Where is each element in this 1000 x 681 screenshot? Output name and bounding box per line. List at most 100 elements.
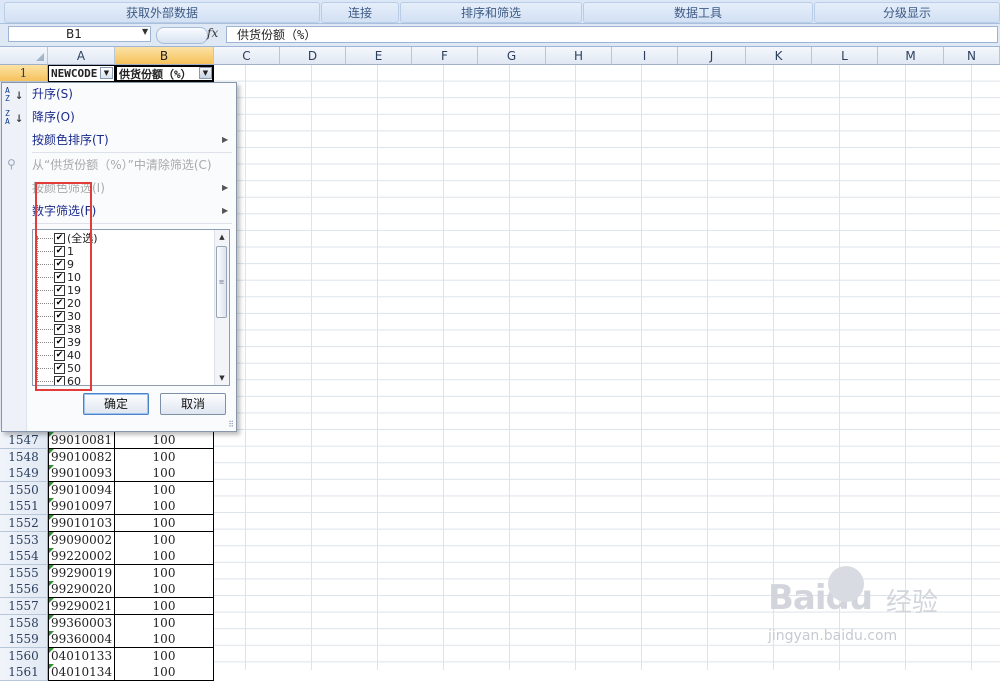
column-header-a[interactable]: A [48, 47, 115, 65]
paw-logo-icon [828, 566, 864, 602]
cell-supply-share[interactable]: 100 [115, 615, 214, 632]
menu-clear-filter[interactable]: 从“供货份额（%）”中清除筛选(C) [32, 155, 212, 175]
row-header[interactable]: 1552 [0, 515, 48, 532]
formula-bar: B1 ▼ fx 供货份额（%） [0, 24, 1000, 47]
row-header[interactable]: 1557 [0, 598, 48, 615]
cell-supply-share[interactable]: 100 [115, 432, 214, 449]
row-header[interactable]: 1548 [0, 449, 48, 466]
menu-sort-by-color-label: 按颜色排序(T) [32, 133, 109, 147]
cell-supply-share[interactable]: 100 [115, 515, 214, 532]
row-header[interactable]: 1550 [0, 482, 48, 499]
red-highlight-box [35, 182, 92, 391]
cell-newcode[interactable]: 99290019 [48, 565, 115, 582]
cell-newcode[interactable]: 04010133 [48, 648, 115, 665]
cell-newcode[interactable]: 99360004 [48, 631, 115, 648]
row-header[interactable]: 1549 [0, 465, 48, 482]
cell-newcode[interactable]: 99010103 [48, 515, 115, 532]
submenu-arrow-icon: ▶ [222, 135, 229, 144]
watermark-url: jingyan.baidu.com [768, 628, 898, 644]
formula-bar-expander[interactable] [156, 27, 208, 44]
cell-newcode[interactable]: 04010134 [48, 664, 115, 681]
menu-sort-by-color[interactable]: 按颜色排序(T) ▶ [32, 130, 228, 150]
column-header-n[interactable]: N [944, 47, 1000, 65]
column-header-b[interactable]: B [115, 47, 214, 65]
cell-newcode[interactable]: 99290021 [48, 598, 115, 615]
sort-descending-icon: Z A ↓ [5, 109, 24, 127]
clear-filter-icon: ⚲ [7, 157, 16, 171]
row-header[interactable]: 1551 [0, 498, 48, 515]
name-box[interactable]: B1 [8, 26, 151, 42]
cell-newcode[interactable]: 99010094 [48, 482, 115, 499]
cell-supply-share[interactable]: 100 [115, 631, 214, 648]
row-header[interactable]: 1558 [0, 615, 48, 632]
cancel-button[interactable]: 取消 [160, 393, 226, 415]
row-header[interactable]: 1559 [0, 631, 48, 648]
ok-button[interactable]: 确定 [83, 393, 149, 415]
watermark-cn: 经验 [886, 588, 939, 618]
ribbon-group-outline[interactable]: 分级显示 [814, 2, 1000, 23]
menu-sort-ascending[interactable]: 升序(S) [32, 84, 73, 104]
cell-supply-share[interactable]: 100 [115, 581, 214, 598]
cell-newcode[interactable]: 99010081 [48, 432, 115, 449]
cell-supply-share[interactable]: 100 [115, 498, 214, 515]
filter-dropdown-b[interactable]: ▼ [199, 67, 212, 79]
cell-newcode[interactable]: 99290020 [48, 581, 115, 598]
column-header-h[interactable]: H [546, 47, 612, 65]
column-header-i[interactable]: I [612, 47, 678, 65]
column-header-f[interactable]: F [412, 47, 478, 65]
cell-newcode[interactable]: 99220002 [48, 548, 115, 565]
cell-supply-share[interactable]: 100 [115, 648, 214, 665]
resize-grip-icon[interactable]: ⠿ [228, 420, 234, 429]
row-header-1[interactable]: 1 [0, 65, 48, 82]
scroll-thumb[interactable]: ≡ [216, 246, 227, 318]
column-header-l[interactable]: L [812, 47, 878, 65]
submenu-arrow-icon: ▶ [222, 206, 229, 215]
column-header-j[interactable]: J [678, 47, 746, 65]
cell-supply-share[interactable]: 100 [115, 565, 214, 582]
row-header[interactable]: 1553 [0, 532, 48, 549]
column-header-k[interactable]: K [746, 47, 812, 65]
name-box-dropdown-icon[interactable]: ▼ [142, 27, 148, 36]
formula-input[interactable]: 供货份额（%） [226, 26, 998, 43]
column-header-m[interactable]: M [878, 47, 944, 65]
row-header[interactable]: 1560 [0, 648, 48, 665]
menu-separator [32, 152, 232, 153]
list-scrollbar[interactable]: ▲ ≡ ▼ [214, 230, 229, 385]
submenu-arrow-icon: ▶ [222, 183, 229, 192]
cell-supply-share[interactable]: 100 [115, 598, 214, 615]
row-header[interactable]: 1556 [0, 581, 48, 598]
cell-supply-share[interactable]: 100 [115, 465, 214, 482]
cell-supply-share[interactable]: 100 [115, 482, 214, 499]
ribbon-group-sort-filter[interactable]: 排序和筛选 [400, 2, 582, 23]
cell-newcode[interactable]: 99090002 [48, 532, 115, 549]
baidu-watermark: Baidu 经验 jingyan.baidu.com [768, 566, 988, 658]
cell-supply-share[interactable]: 100 [115, 449, 214, 466]
column-header-d[interactable]: D [280, 47, 346, 65]
row-header[interactable]: 1547 [0, 432, 48, 449]
scroll-up-arrow-icon[interactable]: ▲ [215, 230, 229, 244]
column-header-e[interactable]: E [346, 47, 412, 65]
menu-sort-descending[interactable]: 降序(O) [32, 107, 75, 127]
ribbon-group-get-external-data[interactable]: 获取外部数据 [4, 2, 320, 23]
menu-icon-strip [2, 83, 27, 431]
row-header[interactable]: 1554 [0, 548, 48, 565]
cell-newcode[interactable]: 99010082 [48, 449, 115, 466]
insert-function-icon[interactable]: fx [207, 26, 218, 40]
ribbon-group-connections[interactable]: 连接 [321, 2, 399, 23]
select-all-corner[interactable] [0, 47, 48, 65]
cell-supply-share[interactable]: 100 [115, 532, 214, 549]
cell-newcode[interactable]: 99360003 [48, 615, 115, 632]
cell-supply-share[interactable]: 100 [115, 664, 214, 681]
column-header-g[interactable]: G [478, 47, 546, 65]
ribbon-group-data-tools[interactable]: 数据工具 [583, 2, 813, 23]
sort-ascending-icon: A Z ↓ [5, 86, 24, 104]
row-header[interactable]: 1555 [0, 565, 48, 582]
scroll-down-arrow-icon[interactable]: ▼ [215, 371, 229, 385]
column-header-c[interactable]: C [214, 47, 280, 65]
cell-newcode[interactable]: 99010093 [48, 465, 115, 482]
row-header[interactable]: 1561 [0, 664, 48, 681]
cell-newcode[interactable]: 99010097 [48, 498, 115, 515]
filter-dropdown-a[interactable]: ▼ [100, 67, 113, 79]
ribbon: 获取外部数据 连接 排序和筛选 数据工具 分级显示 [0, 0, 1000, 24]
cell-supply-share[interactable]: 100 [115, 548, 214, 565]
